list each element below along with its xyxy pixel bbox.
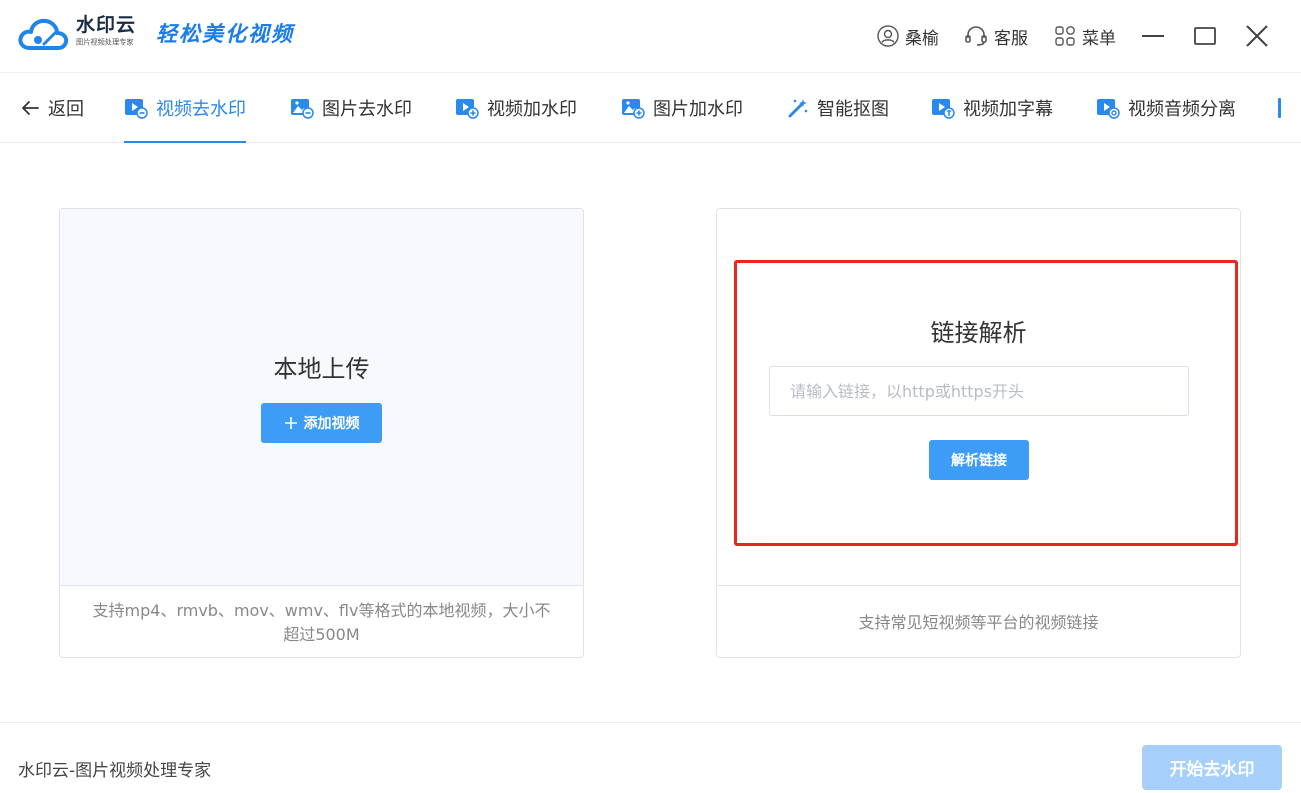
menu-button[interactable]: 菜单 [1054, 22, 1116, 50]
start-button-label: 开始去水印 [1169, 760, 1255, 780]
tab-image-watermark-remove[interactable]: 图片去水印 [290, 73, 412, 143]
tab-label: 图片去水印 [322, 99, 412, 120]
arrow-left-icon [22, 101, 39, 115]
highlight-box [734, 260, 1238, 546]
minimize-icon [1142, 35, 1164, 37]
local-upload-hint: 支持mp4、rmvb、mov、wmv、flv等格式的本地视频，大小不超过500M [60, 585, 583, 657]
close-icon [1246, 25, 1268, 47]
local-upload-card: 本地上传 添加视频 支持mp4、rmvb、mov、wmv、flv等格式的本地视频… [59, 208, 584, 658]
footer-text: 水印云-图片视频处理专家 [18, 761, 212, 781]
brand: 水印云 图片视频处理专家 [76, 14, 140, 48]
tab-label: 视频音频分离 [1128, 99, 1236, 120]
menu-label: 菜单 [1082, 28, 1116, 49]
close-button[interactable] [1243, 22, 1271, 50]
start-remove-watermark-button[interactable]: 开始去水印 [1142, 745, 1282, 790]
local-upload-body: 本地上传 添加视频 [60, 209, 583, 585]
back-button[interactable]: 返回 [20, 73, 84, 143]
image-remove-icon [291, 99, 314, 119]
footer: 水印云-图片视频处理专家 开始去水印 [0, 722, 1301, 793]
add-video-label: 添加视频 [303, 416, 360, 432]
cloud-logo-icon [18, 18, 69, 50]
minimize-button[interactable] [1139, 22, 1167, 50]
user-menu[interactable]: 桑榆 [877, 22, 939, 50]
tab-label: 视频加水印 [487, 99, 577, 120]
tab-video-subtitle[interactable]: 视频加字幕 [931, 73, 1053, 143]
tab-label: 图片加水印 [653, 99, 743, 120]
tab-label: 智能抠图 [817, 99, 889, 120]
tab-image-watermark-add[interactable]: 图片加水印 [621, 73, 743, 143]
customer-service-label: 客服 [994, 28, 1028, 49]
tab-smart-cutout[interactable]: 智能抠图 [787, 73, 889, 143]
maximize-icon [1194, 27, 1216, 45]
video-subtitle-icon [932, 99, 955, 119]
maximize-button[interactable] [1191, 22, 1219, 50]
title-bar: 水印云 图片视频处理专家 轻松美化视频 桑榆 客服 菜单 [0, 0, 1301, 72]
video-audio-icon [1097, 99, 1120, 119]
brand-name: 水印云 [76, 14, 137, 36]
nav-overflow-indicator [1278, 98, 1281, 118]
user-name: 桑榆 [905, 28, 939, 49]
headset-icon [965, 26, 987, 46]
tab-video-audio-split[interactable]: 视频音频分离 [1096, 73, 1236, 143]
titlebar-actions: 桑榆 客服 菜单 [851, 0, 1301, 72]
apps-grid-icon [1055, 26, 1075, 46]
link-parse-hint: 支持常见短视频等平台的视频链接 [717, 585, 1240, 657]
tab-video-watermark-remove[interactable]: 视频去水印 [124, 73, 246, 143]
plus-icon [284, 417, 297, 429]
video-add-icon [456, 99, 479, 119]
tool-nav-bar: 返回 视频去水印 图片去水印 视频加水印 图片加水印 智能抠图 视频加字幕 视频… [0, 73, 1301, 143]
tab-label: 视频去水印 [156, 99, 246, 120]
add-video-button[interactable]: 添加视频 [261, 403, 382, 443]
tab-video-watermark-add[interactable]: 视频加水印 [455, 73, 577, 143]
customer-service-button[interactable]: 客服 [964, 22, 1028, 50]
user-icon [877, 25, 899, 47]
brand-subtitle: 图片视频处理专家 [76, 38, 134, 47]
back-label: 返回 [48, 99, 84, 120]
local-upload-title: 本地上传 [273, 355, 370, 383]
tab-label: 视频加字幕 [963, 99, 1053, 120]
video-remove-icon [125, 99, 148, 119]
magic-wand-icon [788, 99, 808, 118]
slogan: 轻松美化视频 [156, 21, 294, 46]
image-add-icon [622, 99, 645, 119]
